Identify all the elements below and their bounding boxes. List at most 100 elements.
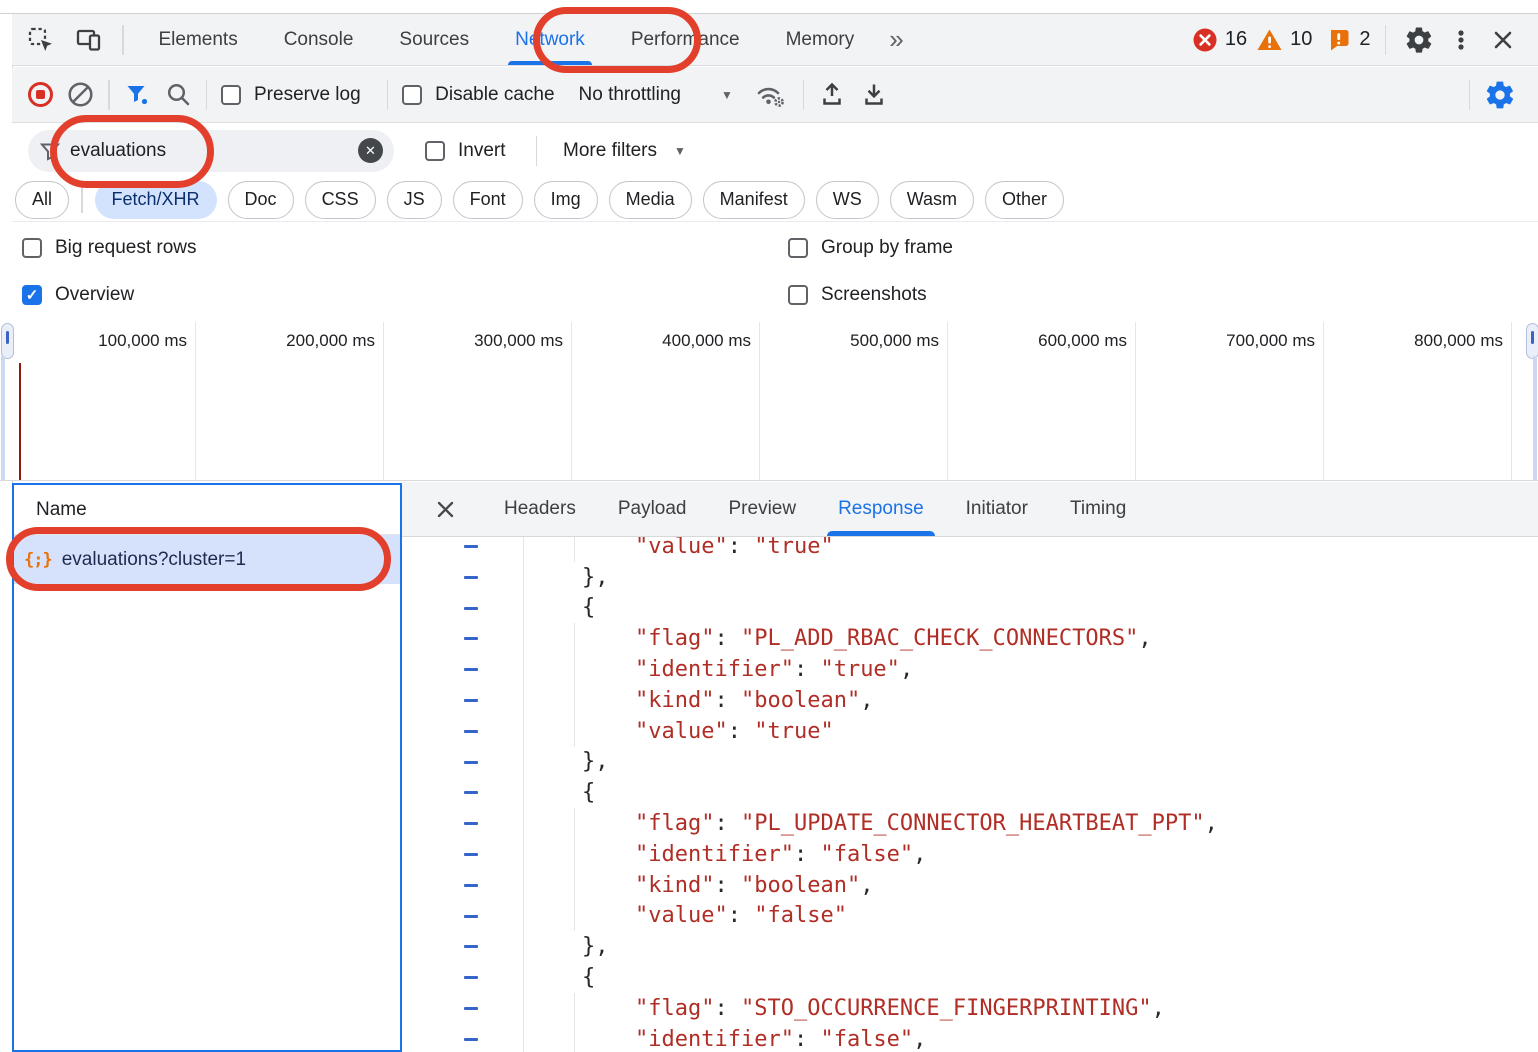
timeline-tick-label: 100,000 ms	[29, 331, 187, 353]
console-errors-badge[interactable]: 16	[1192, 27, 1247, 53]
timeline-tick-label: 600,000 ms	[969, 331, 1127, 353]
issues-badge[interactable]: 2	[1327, 27, 1370, 52]
fold-marker-icon[interactable]	[464, 730, 478, 733]
fold-marker-icon[interactable]	[464, 945, 478, 948]
fold-marker-icon[interactable]	[464, 791, 478, 794]
fold-marker-icon[interactable]	[464, 607, 478, 610]
code-line: {	[402, 962, 1538, 993]
tab-network[interactable]: Network	[492, 14, 608, 65]
fold-marker-icon[interactable]	[464, 1007, 478, 1010]
chip-font[interactable]: Font	[453, 181, 523, 219]
search-icon[interactable]	[165, 81, 192, 108]
indent-guide	[574, 685, 575, 716]
fold-marker-icon[interactable]	[464, 545, 478, 548]
throttling-dropdown[interactable]: No throttling ▼	[579, 84, 733, 106]
checkbox-box	[788, 238, 808, 258]
toolbar-separator	[122, 25, 124, 55]
screenshots-checkbox[interactable]: Screenshots	[788, 284, 927, 306]
indent-guide	[574, 716, 575, 747]
record-network-log-button[interactable]	[28, 82, 53, 107]
fold-marker-icon[interactable]	[464, 576, 478, 579]
timeline-right-grip[interactable]	[1526, 323, 1538, 359]
detail-tab-response[interactable]: Response	[817, 482, 945, 536]
chip-manifest[interactable]: Manifest	[703, 181, 805, 219]
clear-filter-icon[interactable]: ✕	[358, 138, 383, 163]
filter-funnel-icon[interactable]	[124, 81, 151, 108]
group-by-frame-checkbox[interactable]: Group by frame	[788, 237, 953, 259]
filter-funnel-small-icon	[39, 140, 61, 162]
more-tabs-icon[interactable]: »	[883, 24, 909, 55]
network-options-row: Big request rows Group by frame Overview…	[12, 222, 1538, 322]
response-code-viewer[interactable]: "value": "true"},{"flag": "PL_ADD_RBAC_C…	[402, 537, 1538, 1052]
detail-tab-preview[interactable]: Preview	[708, 482, 818, 536]
more-filters-dropdown[interactable]: More filters ▼	[563, 140, 686, 162]
close-detail-icon[interactable]	[434, 498, 457, 521]
close-devtools-icon[interactable]	[1486, 23, 1520, 57]
timeline-left-shade	[1, 356, 5, 481]
fold-marker-icon[interactable]	[464, 822, 478, 825]
tab-elements[interactable]: Elements	[136, 14, 261, 65]
tab-sources[interactable]: Sources	[376, 14, 492, 65]
network-overview-timeline[interactable]: 100,000 ms200,000 ms300,000 ms400,000 ms…	[0, 322, 1538, 481]
import-har-icon[interactable]	[818, 81, 846, 109]
detail-tab-headers[interactable]: Headers	[483, 482, 597, 536]
export-har-icon[interactable]	[860, 81, 888, 109]
chip-css[interactable]: CSS	[305, 181, 376, 219]
settings-gear-icon[interactable]	[1402, 23, 1436, 57]
network-settings-gear-icon[interactable]	[1484, 79, 1516, 111]
timeline-gridline	[195, 322, 196, 481]
detail-tab-timing[interactable]: Timing	[1049, 482, 1147, 536]
detail-tab-payload[interactable]: Payload	[597, 482, 708, 536]
device-toolbar-icon[interactable]	[72, 23, 106, 57]
more-options-icon[interactable]	[1444, 23, 1478, 57]
invert-filter-checkbox[interactable]: Invert	[425, 140, 506, 162]
chip-other[interactable]: Other	[985, 181, 1064, 219]
inspect-element-icon[interactable]	[24, 23, 58, 57]
code-line: },	[402, 747, 1538, 778]
clear-network-log-icon[interactable]	[67, 81, 94, 108]
network-toolbar: Preserve log Disable cache No throttling…	[12, 67, 1538, 123]
indent-guide	[574, 1024, 575, 1052]
filter-input[interactable]: evaluations ✕	[28, 130, 394, 172]
detail-tab-initiator[interactable]: Initiator	[945, 482, 1049, 536]
invert-label: Invert	[458, 140, 506, 162]
fold-marker-icon[interactable]	[464, 853, 478, 856]
overview-checkbox[interactable]: Overview	[22, 284, 134, 306]
tab-performance[interactable]: Performance	[608, 14, 763, 65]
checkbox-box	[402, 85, 422, 105]
fold-marker-icon[interactable]	[464, 976, 478, 979]
timeline-left-grip[interactable]	[1, 323, 14, 359]
network-conditions-icon[interactable]	[753, 80, 789, 110]
disable-cache-checkbox[interactable]: Disable cache	[402, 84, 554, 106]
chip-ws[interactable]: WS	[816, 181, 879, 219]
fold-marker-icon[interactable]	[464, 1038, 478, 1041]
fold-marker-icon[interactable]	[464, 637, 478, 640]
chip-js[interactable]: JS	[387, 181, 442, 219]
tab-memory[interactable]: Memory	[763, 14, 878, 65]
checkbox-box	[22, 238, 42, 258]
chip-doc[interactable]: Doc	[228, 181, 294, 219]
preserve-log-checkbox[interactable]: Preserve log	[221, 84, 361, 106]
chip-img[interactable]: Img	[534, 181, 598, 219]
panel-tabs: ElementsConsoleSourcesNetworkPerformance…	[136, 14, 878, 65]
big-request-rows-checkbox[interactable]: Big request rows	[22, 237, 197, 259]
fold-marker-icon[interactable]	[464, 668, 478, 671]
grip-line	[6, 331, 9, 344]
fold-marker-icon[interactable]	[464, 884, 478, 887]
code-text: "flag": "PL_ADD_RBAC_CHECK_CONNECTORS",	[402, 626, 1152, 651]
code-line: "identifier": "false",	[402, 839, 1538, 870]
chip-wasm[interactable]: Wasm	[890, 181, 974, 219]
toolbar-separator	[803, 80, 805, 110]
console-warnings-badge[interactable]: 10	[1256, 27, 1312, 53]
name-column-header[interactable]: Name	[14, 485, 400, 535]
request-row[interactable]: {;}evaluations?cluster=1	[14, 535, 400, 584]
fold-marker-icon[interactable]	[464, 699, 478, 702]
response-json-lines: "value": "true"},{"flag": "PL_ADD_RBAC_C…	[402, 537, 1538, 1052]
fold-marker-icon[interactable]	[464, 761, 478, 764]
chip-fetch-xhr[interactable]: Fetch/XHR	[95, 181, 217, 219]
tab-console[interactable]: Console	[261, 14, 377, 65]
chip-all[interactable]: All	[15, 181, 69, 219]
chip-media[interactable]: Media	[609, 181, 692, 219]
code-text: "identifier": "true",	[402, 657, 913, 682]
fold-marker-icon[interactable]	[464, 915, 478, 918]
